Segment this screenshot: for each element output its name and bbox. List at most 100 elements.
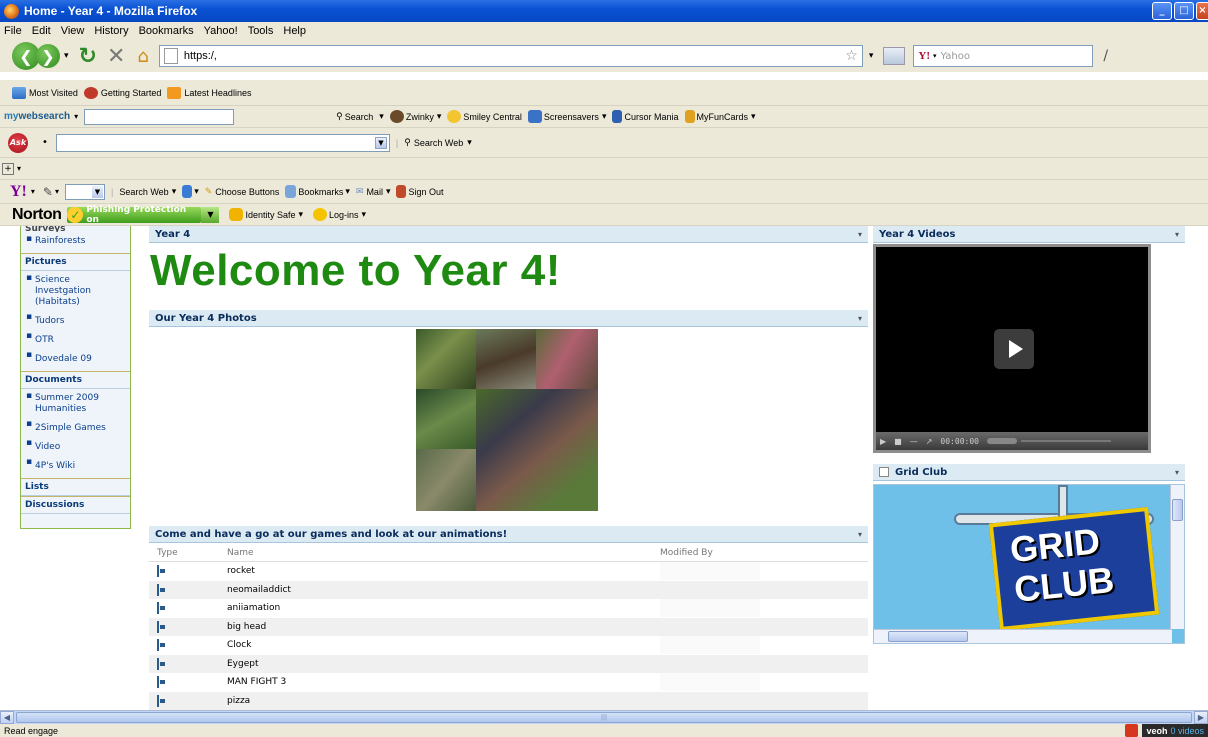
webpart-menu-icon[interactable]: ▾: [1175, 468, 1179, 477]
yahoo-search-box[interactable]: Y! ▾ Yahoo: [913, 45, 1094, 67]
list-item[interactable]: aniiamation: [149, 599, 868, 618]
list-item[interactable]: Clock: [149, 636, 868, 655]
mywebsearch-dropdown-icon[interactable]: ▾: [74, 112, 78, 121]
veoh-status[interactable]: veoh 0 videos: [1142, 724, 1208, 737]
nav-item-summer-humanities[interactable]: Summer 2009 Humanities: [21, 389, 130, 417]
ask-search-input[interactable]: ▼: [55, 133, 390, 152]
photo-ground[interactable]: [416, 449, 476, 511]
url-bar[interactable]: https:/, ☆: [158, 45, 863, 67]
item-name[interactable]: MAN FIGHT 3: [227, 677, 660, 687]
scroll-right-icon[interactable]: ▶: [1194, 711, 1208, 724]
bookmark-star-icon[interactable]: ☆: [845, 48, 858, 64]
nav-item-rainforests[interactable]: Rainforests: [21, 232, 130, 253]
nav-item-science-investigation[interactable]: Science Investgation (Habitats): [21, 271, 130, 310]
fullscreen-icon[interactable]: ↗: [926, 437, 933, 446]
nav-item-tudors[interactable]: Tudors: [21, 310, 130, 329]
yahoo-search-web-button[interactable]: Search Web ▾: [119, 186, 176, 197]
addon-icon[interactable]: [1125, 724, 1139, 737]
column-name[interactable]: Name: [227, 548, 660, 558]
menu-help[interactable]: Help: [283, 25, 306, 37]
item-name[interactable]: neomailaddict: [227, 585, 660, 595]
cursor-mania-button[interactable]: Cursor Mania: [612, 110, 679, 123]
menu-file[interactable]: File: [4, 25, 22, 37]
list-item[interactable]: rocket: [149, 562, 868, 581]
scroll-left-icon[interactable]: ◀: [0, 711, 14, 724]
bookmarks-button[interactable]: Bookmarks ▾: [285, 185, 350, 198]
chevron-down-icon[interactable]: ▼: [91, 185, 103, 198]
list-item[interactable]: neomailaddict: [149, 580, 868, 599]
list-item[interactable]: pizza: [149, 691, 868, 710]
highlight-button[interactable]: ▾: [182, 185, 199, 198]
stop-icon[interactable]: ■: [894, 437, 902, 446]
item-name[interactable]: big head: [227, 622, 660, 632]
identity-safe-button[interactable]: Identity Safe ▾: [229, 208, 303, 221]
menu-history[interactable]: History: [94, 25, 128, 37]
yahoo-logo-icon[interactable]: Y!: [918, 50, 930, 62]
toolbar-expand-icon[interactable]: +: [2, 162, 14, 175]
item-name[interactable]: Clock: [227, 640, 660, 650]
bookmark-most-visited[interactable]: Most Visited: [12, 86, 78, 99]
nav-item-2simple-games[interactable]: 2Simple Games: [21, 417, 130, 436]
ask-search-web-button[interactable]: ⚲ Search Web ▾: [404, 137, 471, 148]
webpart-menu-icon[interactable]: ▾: [858, 230, 862, 239]
seek-track[interactable]: [1020, 440, 1111, 442]
nav-heading-lists[interactable]: Lists: [21, 478, 130, 496]
nav-item-4ps-wiki[interactable]: 4P's Wiki: [21, 455, 130, 478]
scroll-thumb[interactable]: |||: [16, 712, 1192, 723]
webpart-menu-icon[interactable]: ▾: [1175, 230, 1179, 239]
list-item[interactable]: MAN FIGHT 3: [149, 673, 868, 692]
chevron-down-icon[interactable]: ▾: [55, 187, 59, 196]
phishing-protection-status[interactable]: ✓ Phishing Protection on: [67, 205, 202, 225]
chevron-down-icon[interactable]: ▾: [17, 164, 21, 173]
search-engine-dropdown-icon[interactable]: ▾: [933, 52, 937, 60]
menu-yahoo[interactable]: Yahoo!: [204, 25, 238, 37]
chevron-down-icon[interactable]: ▼: [374, 136, 387, 149]
mail-button[interactable]: ✉ Mail ▾: [356, 186, 391, 197]
mywebsearch-input[interactable]: [84, 108, 235, 125]
bookmark-latest-headlines[interactable]: Latest Headlines: [167, 86, 251, 99]
item-name[interactable]: aniiamation: [227, 603, 660, 613]
close-button[interactable]: ×: [1196, 2, 1208, 20]
gridclub-logo[interactable]: GRID CLUB: [988, 506, 1160, 632]
mywebsearch-search-dropdown-icon[interactable]: ▾: [379, 111, 384, 122]
photo-field[interactable]: [476, 389, 598, 511]
page-vertical-scrollbar[interactable]: [1195, 226, 1208, 710]
list-item[interactable]: Eygept: [149, 654, 868, 673]
yahoo-toolbar-logo-icon[interactable]: Y!: [10, 183, 27, 201]
item-name[interactable]: rocket: [227, 566, 660, 576]
mywebsearch-logo[interactable]: mywebsearch: [4, 111, 70, 122]
page-horizontal-scrollbar[interactable]: ◀ ||| ▶: [0, 710, 1208, 724]
nav-heading-pictures[interactable]: Pictures: [21, 253, 130, 271]
photo-collage[interactable]: [416, 329, 598, 511]
minimize-button[interactable]: _: [1152, 2, 1172, 20]
chevron-down-icon[interactable]: ▼: [201, 206, 220, 223]
column-modified-by[interactable]: Modified By: [660, 548, 760, 558]
nav-item-dovedale[interactable]: Dovedale 09: [21, 348, 130, 371]
list-item[interactable]: big head: [149, 617, 868, 636]
gridclub-vertical-scrollbar[interactable]: [1170, 485, 1184, 629]
menu-tools[interactable]: Tools: [248, 25, 274, 37]
photo-children[interactable]: [536, 329, 598, 389]
item-name[interactable]: pizza: [227, 696, 660, 706]
column-type[interactable]: Type: [149, 548, 227, 558]
photo-trees[interactable]: [416, 389, 476, 449]
ask-logo-icon[interactable]: Ask: [8, 132, 28, 153]
yahoo-toolbar-input[interactable]: ▼: [64, 183, 105, 200]
logins-button[interactable]: Log-ins ▾: [313, 208, 366, 221]
video-player[interactable]: ▶ ■ — ↗ 00:00:00: [873, 244, 1151, 453]
url-text[interactable]: https:/,: [184, 50, 217, 62]
mywebsearch-search-button[interactable]: ⚲ Search: [336, 111, 373, 122]
feed-icon[interactable]: [883, 47, 906, 65]
scroll-thumb[interactable]: [1172, 499, 1183, 521]
chevron-down-icon[interactable]: ▾: [31, 187, 35, 196]
webpart-menu-icon[interactable]: ▾: [858, 530, 862, 539]
play-icon[interactable]: ▶: [880, 437, 886, 446]
history-dropdown-icon[interactable]: ▾: [64, 51, 69, 61]
item-name[interactable]: Eygept: [227, 659, 660, 669]
gridclub-horizontal-scrollbar[interactable]: [874, 629, 1172, 643]
photo-group[interactable]: [476, 329, 536, 389]
stop-icon[interactable]: ✕: [107, 44, 125, 69]
reload-icon[interactable]: ↻: [79, 44, 97, 69]
myfuncards-button[interactable]: MyFunCards ▾: [684, 110, 756, 123]
menu-view[interactable]: View: [61, 25, 85, 37]
